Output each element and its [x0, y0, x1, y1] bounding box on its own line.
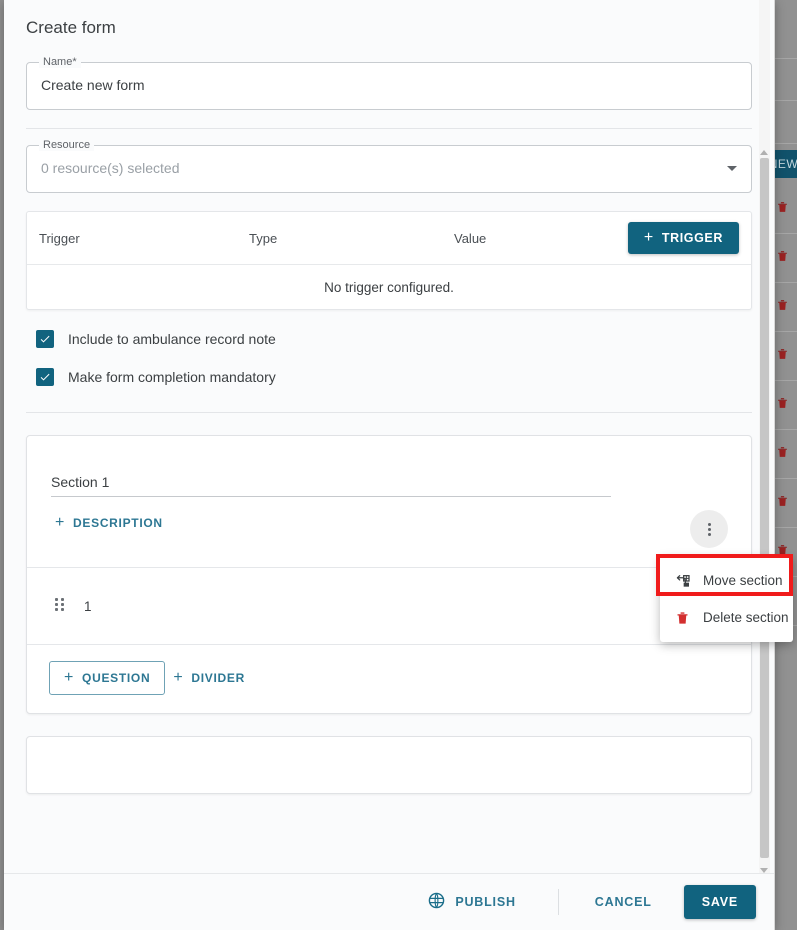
- add-trigger-button[interactable]: + TRIGGER: [627, 222, 739, 254]
- second-section-card[interactable]: [26, 736, 752, 794]
- trash-icon: [776, 346, 789, 362]
- footer-divider: [557, 889, 559, 915]
- add-question-label: QUESTION: [82, 671, 151, 685]
- context-menu-item-delete-section[interactable]: Delete section: [660, 599, 793, 636]
- context-menu-label-move-section: Move section: [703, 573, 783, 588]
- checkbox-mandatory[interactable]: [36, 368, 54, 386]
- plus-icon: +: [173, 669, 184, 686]
- save-button[interactable]: SAVE: [683, 885, 756, 919]
- section-divider: [26, 128, 752, 129]
- dialog-title: Create form: [26, 18, 116, 37]
- trash-icon: [776, 395, 789, 411]
- dialog-scroll-area[interactable]: Name* Create new form Resource 0 resourc…: [4, 46, 774, 874]
- section-context-menu: Move section Delete section: [660, 556, 793, 642]
- add-description-label: DESCRIPTION: [73, 516, 163, 530]
- dialog-scrollbar-thumb[interactable]: [760, 158, 769, 858]
- checkbox-include-note-label: Include to ambulance record note: [68, 331, 276, 347]
- section-divider-2: [26, 412, 752, 413]
- checkbox-row-mandatory[interactable]: Make form completion mandatory: [26, 368, 752, 386]
- resource-label: Resource: [39, 139, 95, 151]
- section-actions: + QUESTION + DIVIDER: [27, 645, 751, 713]
- plus-icon: +: [64, 669, 75, 686]
- column-header-trigger: Trigger: [39, 231, 80, 246]
- globe-icon: [428, 892, 445, 912]
- resource-placeholder: 0 resource(s) selected: [41, 160, 180, 176]
- trash-icon: [776, 297, 789, 313]
- plus-icon: +: [643, 229, 654, 246]
- check-icon: [40, 335, 50, 343]
- checkbox-row-include-note[interactable]: Include to ambulance record note: [26, 330, 752, 348]
- move-section-icon: [674, 572, 691, 589]
- trash-icon: [674, 609, 691, 626]
- trash-icon: [776, 248, 789, 264]
- dialog-content: Name* Create new form Resource 0 resourc…: [4, 56, 774, 794]
- check-icon: [40, 373, 50, 381]
- plus-icon: +: [55, 514, 66, 531]
- context-menu-item-move-section[interactable]: Move section: [660, 562, 793, 599]
- form-name-value: Create new form: [41, 77, 145, 93]
- trigger-empty-message: No trigger configured.: [324, 279, 454, 295]
- add-description-button[interactable]: + DESCRIPTION: [51, 509, 167, 537]
- add-trigger-label: TRIGGER: [661, 231, 723, 245]
- section-header: + DESCRIPTION: [27, 436, 751, 553]
- form-name-label: Name*: [39, 56, 81, 68]
- create-form-dialog: Create form Name* Create new form Resour…: [4, 0, 775, 930]
- publish-label: PUBLISH: [455, 895, 516, 909]
- trash-icon: [776, 199, 789, 215]
- drag-handle-icon[interactable]: [55, 598, 66, 614]
- form-name-field[interactable]: Name* Create new form: [26, 56, 752, 110]
- add-question-button[interactable]: + QUESTION: [49, 661, 166, 695]
- screen: NEW Create form Name* Create new form Re…: [0, 0, 797, 930]
- question-number: 1: [84, 598, 92, 614]
- cancel-button[interactable]: CANCEL: [581, 887, 666, 917]
- context-menu-label-delete-section: Delete section: [703, 610, 789, 625]
- section-more-options-button[interactable]: [690, 510, 728, 548]
- trash-icon: [776, 444, 789, 460]
- checkbox-include-note[interactable]: [36, 330, 54, 348]
- trigger-table-header: Trigger Type Value + TRIGGER: [27, 212, 751, 265]
- section-card: + DESCRIPTION 1 +: [26, 435, 752, 714]
- add-divider-label: DIVIDER: [191, 671, 245, 685]
- dialog-footer: PUBLISH CANCEL SAVE: [4, 873, 774, 930]
- resource-select[interactable]: Resource 0 resource(s) selected: [26, 139, 752, 193]
- chevron-down-icon[interactable]: [727, 166, 737, 171]
- trigger-table: Trigger Type Value + TRIGGER No trigger …: [26, 211, 752, 310]
- add-divider-button[interactable]: + DIVIDER: [169, 664, 249, 692]
- section-title-input[interactable]: [51, 474, 611, 497]
- scroll-up-arrow-icon[interactable]: [760, 150, 768, 155]
- question-row[interactable]: 1: [27, 568, 751, 644]
- column-header-value: Value: [454, 231, 487, 246]
- checkbox-mandatory-label: Make form completion mandatory: [68, 369, 276, 385]
- publish-button[interactable]: PUBLISH: [416, 884, 527, 920]
- column-header-type: Type: [249, 231, 278, 246]
- trash-icon: [776, 493, 789, 509]
